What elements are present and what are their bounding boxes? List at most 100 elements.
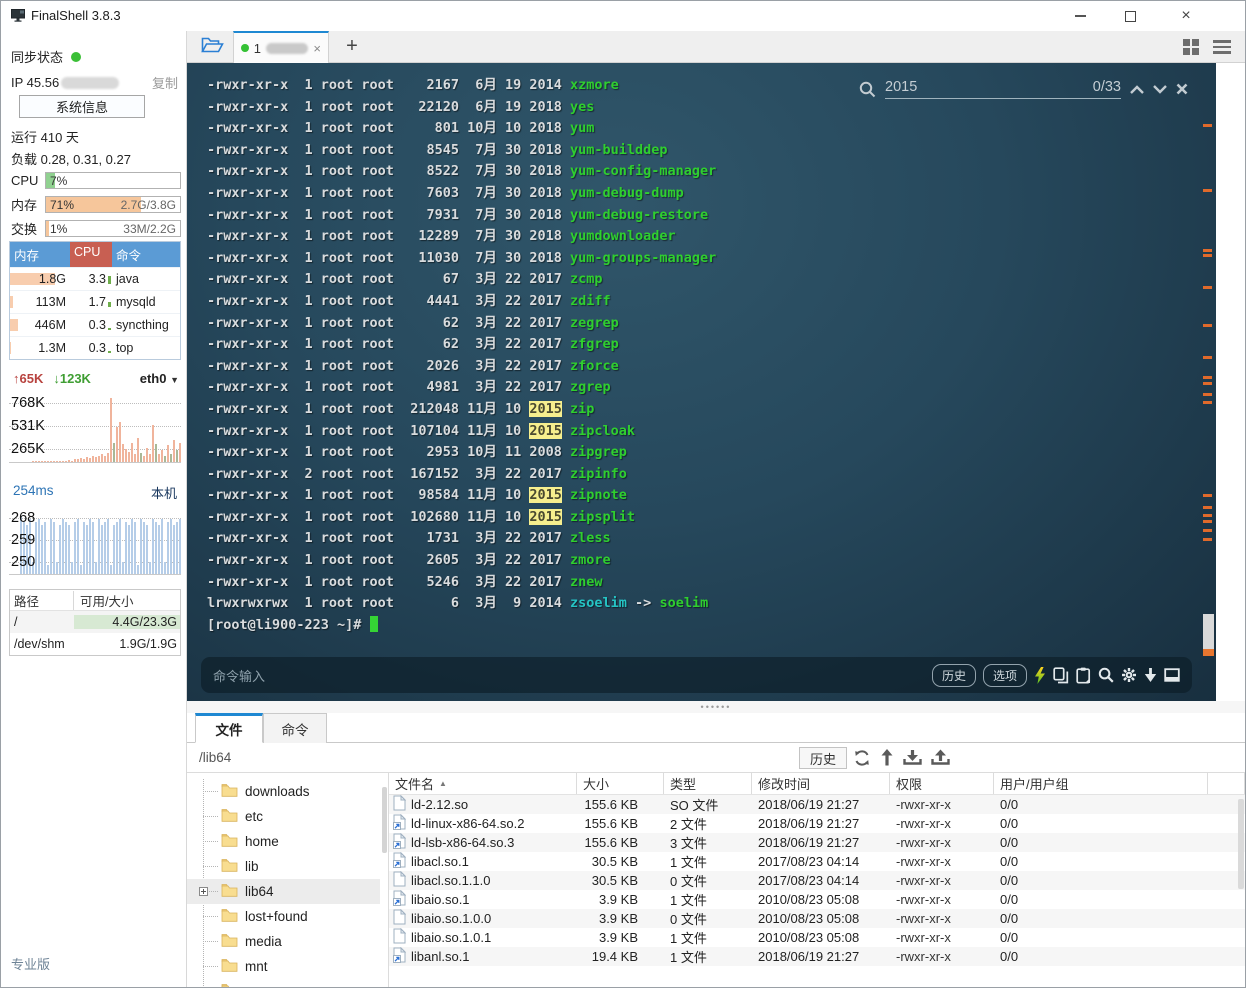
panel-splitter[interactable]: ••••••: [187, 701, 1245, 713]
disk-row[interactable]: /4.4G/23.3G: [10, 611, 180, 633]
search-icon: [859, 81, 876, 98]
fullscreen-window-icon[interactable]: [1164, 668, 1180, 682]
column-header-2[interactable]: 类型: [664, 773, 752, 794]
process-command-cell: java: [112, 272, 180, 286]
tree-item-partial[interactable]: [187, 979, 380, 987]
terminal-area[interactable]: -rwxr-xr-x 1 root root 2167 6月 19 2014 x…: [187, 63, 1216, 701]
tree-item-lib64[interactable]: lib64: [187, 879, 380, 904]
hamburger-menu-icon[interactable]: [1213, 40, 1231, 57]
settings-gear-icon[interactable]: [1121, 667, 1137, 683]
process-col-cmd[interactable]: 命令: [112, 242, 180, 267]
history-button[interactable]: 历史: [932, 664, 976, 687]
column-header-1[interactable]: 大小: [577, 773, 664, 794]
options-button[interactable]: 选项: [983, 664, 1027, 687]
file-owner-cell: 0/0: [994, 816, 1208, 831]
terminal-line: -rwxr-xr-x 1 root root 62 3月 22 2017 zeg…: [207, 313, 716, 335]
file-table-row[interactable]: libanl.so.119.4 KB1 文件2018/06/19 21:27-r…: [389, 947, 1245, 966]
ping-bar: [65, 522, 67, 574]
tree-item-home[interactable]: home: [187, 829, 380, 854]
copy-ip-button[interactable]: 复制: [152, 73, 178, 92]
terminal-search-icon[interactable]: [1098, 667, 1114, 683]
tree-item-etc[interactable]: etc: [187, 804, 380, 829]
column-header-5[interactable]: 用户/用户组: [994, 773, 1208, 794]
process-row[interactable]: 1.3M0.3top: [10, 336, 180, 359]
disk-col-size[interactable]: 可用/大小: [74, 591, 180, 610]
search-prev-button[interactable]: [1130, 85, 1144, 94]
parent-directory-icon[interactable]: [881, 749, 893, 771]
table-scrollbar-thumb[interactable]: [1238, 799, 1244, 889]
file-perm-cell: -rwxr-xr-x: [890, 949, 994, 964]
file-table-row[interactable]: libacl.so.1.1.030.5 KB0 文件2017/08/23 04:…: [389, 871, 1245, 890]
file-type-cell: 1 文件: [664, 890, 752, 909]
upload-icon[interactable]: [931, 749, 950, 771]
terminal-tab[interactable]: 1 ×: [233, 31, 329, 63]
tree-item-lib[interactable]: lib: [187, 854, 380, 879]
process-mem-cell: 1.8G: [10, 272, 70, 286]
search-close-button[interactable]: [1176, 83, 1188, 95]
year-field: 2008: [529, 444, 562, 460]
tab-files[interactable]: 文件: [195, 713, 263, 743]
file-name-cell: libaio.so.1: [389, 890, 577, 909]
download-icon[interactable]: [903, 749, 922, 771]
file-name: zforce: [570, 358, 619, 374]
new-tab-button[interactable]: +: [339, 33, 365, 59]
ping-bar: [80, 565, 82, 574]
column-header-3[interactable]: 修改时间: [752, 773, 890, 794]
terminal-scrollbar-thumb[interactable]: [1203, 614, 1214, 656]
file-table-row[interactable]: libaio.so.1.0.03.9 KB0 文件2010/08/23 05:0…: [389, 909, 1245, 928]
process-cpu-bar: [108, 328, 111, 330]
file-table-row[interactable]: ld-2.12.so155.6 KBSO 文件2018/06/19 21:27-…: [389, 795, 1245, 814]
column-header-4[interactable]: 权限: [890, 773, 994, 794]
process-mem-bar: [10, 342, 11, 354]
scroll-to-bottom-icon[interactable]: [1144, 667, 1157, 683]
disk-col-path[interactable]: 路径: [10, 591, 74, 610]
net-bar: [176, 450, 178, 462]
process-row[interactable]: 1.8G3.3java: [10, 267, 180, 290]
file-name-cell: ld-2.12.so: [389, 795, 577, 814]
terminal-line: -rwxr-xr-x 1 root root 67 3月 22 2017 zcm…: [207, 269, 716, 291]
tree-item-mnt[interactable]: mnt: [187, 954, 380, 979]
interface-dropdown[interactable]: eth0 ▼: [140, 371, 179, 386]
process-col-mem[interactable]: 内存: [10, 242, 70, 267]
tab-layout-icon[interactable]: [1183, 39, 1199, 55]
tree-expand-icon[interactable]: [199, 887, 208, 896]
refresh-icon[interactable]: [853, 749, 871, 772]
net-bar: [140, 453, 142, 462]
column-header-0[interactable]: 文件名▲: [389, 773, 577, 794]
file-table-row[interactable]: ld-lsb-x86-64.so.3155.6 KB3 文件2018/06/19…: [389, 833, 1245, 852]
tree-item-media[interactable]: media: [187, 929, 380, 954]
year-field: 2014: [529, 595, 562, 611]
process-row[interactable]: 446M0.3syncthing: [10, 313, 180, 336]
file-table-row[interactable]: ld-linux-x86-64.so.2155.6 KB2 文件2018/06/…: [389, 814, 1245, 833]
tree-scrollbar-thumb[interactable]: [382, 787, 387, 853]
ping-bar: [161, 519, 163, 574]
system-info-button[interactable]: 系统信息: [19, 95, 145, 118]
command-input-bar[interactable]: 命令输入 历史 选项: [201, 657, 1192, 693]
path-input[interactable]: /lib64: [199, 750, 231, 765]
disk-row[interactable]: /dev/shm1.9G/1.9G: [10, 633, 180, 655]
quick-command-bolt-icon[interactable]: [1034, 667, 1046, 684]
network-header: ↑65K ↓123K eth0 ▼: [13, 371, 179, 386]
search-next-button[interactable]: [1153, 85, 1167, 94]
path-history-button[interactable]: 历史: [799, 747, 847, 769]
process-row[interactable]: 113M1.7mysqld: [10, 290, 180, 313]
ping-host-dropdown[interactable]: 本机: [151, 483, 177, 502]
minimize-button[interactable]: [1057, 1, 1103, 31]
ping-bar: [164, 562, 166, 574]
paste-icon[interactable]: [1076, 667, 1091, 684]
tree-item-downloads[interactable]: downloads: [187, 779, 380, 804]
maximize-button[interactable]: [1107, 1, 1153, 31]
sort-asc-icon: ▲: [439, 779, 447, 788]
tab-commands[interactable]: 命令: [263, 713, 327, 743]
close-button[interactable]: ×: [1163, 1, 1209, 31]
process-col-cpu[interactable]: CPU: [70, 242, 112, 267]
net-bar: [47, 461, 49, 462]
file-table-row[interactable]: libaio.so.13.9 KB1 文件2010/08/23 05:08-rw…: [389, 890, 1245, 909]
copy-icon[interactable]: [1053, 667, 1069, 684]
connection-manager-button[interactable]: [195, 34, 229, 60]
tree-item-lost+found[interactable]: lost+found: [187, 904, 380, 929]
search-input[interactable]: 2015 0/33: [885, 79, 1121, 99]
tab-close-icon[interactable]: ×: [313, 41, 321, 56]
file-table-row[interactable]: libaio.so.1.0.13.9 KB1 文件2010/08/23 05:0…: [389, 928, 1245, 947]
file-table-row[interactable]: libacl.so.130.5 KB1 文件2017/08/23 04:14-r…: [389, 852, 1245, 871]
